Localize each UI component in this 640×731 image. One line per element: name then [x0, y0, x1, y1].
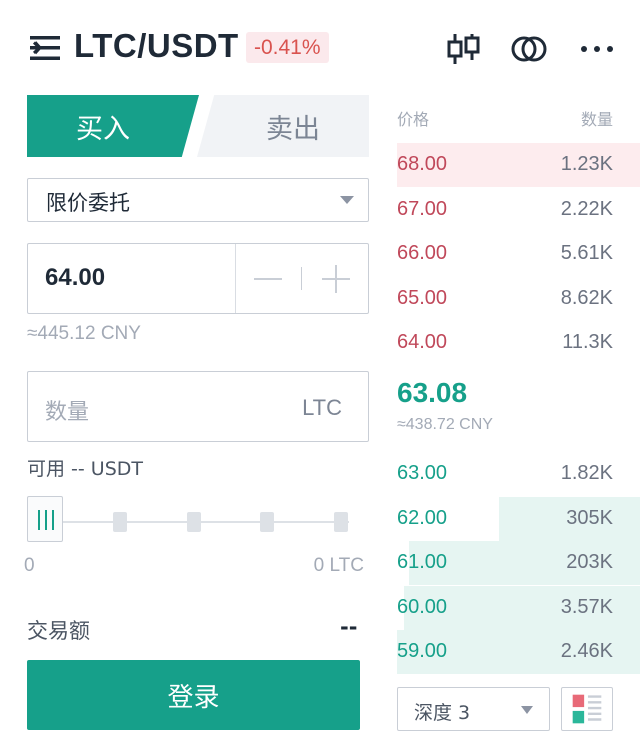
ask-price: 67.00 — [397, 197, 448, 220]
orderbook-header: 价格 数量 — [397, 106, 613, 130]
ask-row[interactable]: 67.00 2.22K — [397, 188, 640, 232]
slider-max-label: 0 LTC — [313, 555, 364, 576]
slider-track — [61, 521, 349, 523]
price-column-header: 价格 — [397, 110, 430, 129]
caret-down-icon — [521, 706, 533, 714]
compare-icon[interactable] — [510, 30, 548, 68]
menu-icon[interactable] — [28, 31, 62, 65]
pair-title[interactable]: LTC/USDT — [74, 27, 239, 65]
plus-icon[interactable] — [318, 261, 354, 297]
bid-quantity: 203K — [566, 551, 613, 573]
slider-step[interactable] — [113, 512, 127, 532]
order-type-label: 限价委托 — [46, 191, 130, 215]
ask-row[interactable]: 68.00 1.23K — [397, 143, 640, 187]
last-price: 63.08 — [397, 377, 468, 408]
depth-select[interactable]: 深度 3 — [397, 687, 550, 731]
more-icon[interactable] — [578, 30, 616, 68]
quantity-placeholder: 数量 — [45, 400, 90, 425]
bid-row[interactable]: 60.00 3.57K — [397, 585, 640, 630]
ask-quantity: 11.3K — [562, 331, 613, 353]
available-balance: 可用 -- USDT — [27, 458, 143, 480]
ask-row[interactable]: 64.00 11.3K — [397, 321, 640, 365]
bid-price: 62.00 — [397, 506, 448, 529]
tab-buy[interactable]: 买入 — [27, 95, 199, 157]
tab-sell[interactable]: 卖出 — [197, 95, 369, 157]
bid-row[interactable]: 63.00 1.82K — [397, 452, 640, 496]
bid-price: 59.00 — [397, 640, 448, 662]
quantity-slider[interactable] — [27, 496, 349, 548]
quantity-field[interactable]: 数量 LTC — [27, 371, 369, 442]
ask-price: 64.00 — [397, 331, 448, 353]
slider-handle[interactable] — [27, 496, 63, 542]
ask-quantity: 1.23K — [560, 153, 613, 175]
change-badge: -0.41% — [246, 32, 329, 63]
slider-step[interactable] — [260, 512, 274, 532]
slider-min-label: 0 — [24, 555, 35, 576]
ask-price: 66.00 — [397, 242, 448, 264]
bid-row[interactable]: 61.00 203K — [397, 541, 640, 585]
ask-price: 65.00 — [397, 286, 448, 309]
candlestick-icon[interactable] — [445, 30, 483, 68]
ask-quantity: 5.61K — [560, 242, 613, 264]
amount-label: 交易额 — [27, 619, 90, 643]
bid-row[interactable]: 59.00 2.46K — [397, 630, 640, 674]
price-field — [27, 243, 369, 314]
ask-quantity: 2.22K — [560, 197, 613, 220]
quantity-column-header: 数量 — [580, 110, 613, 129]
bid-quantity: 3.57K — [560, 595, 613, 618]
order-type-select[interactable]: 限价委托 — [27, 178, 369, 222]
orderbook-layout-icon[interactable] — [561, 687, 613, 731]
quantity-unit: LTC — [302, 395, 342, 420]
bid-price: 60.00 — [397, 595, 448, 618]
stepper-divider — [301, 267, 302, 290]
header: LTC/USDT -0.41% — [0, 0, 640, 94]
slider-step[interactable] — [187, 512, 201, 532]
bid-price: 61.00 — [397, 551, 448, 573]
bid-quantity: 305K — [566, 506, 613, 529]
bid-quantity: 1.82K — [560, 462, 613, 484]
depth-label: 深度 3 — [414, 702, 471, 724]
slider-step[interactable] — [334, 512, 348, 532]
price-cny-estimate: ≈445.12 CNY — [27, 323, 141, 344]
caret-down-icon — [340, 196, 354, 204]
bid-quantity: 2.46K — [560, 640, 613, 662]
ask-quantity: 8.62K — [560, 286, 613, 309]
price-input[interactable] — [45, 264, 225, 292]
bid-price: 63.00 — [397, 462, 448, 484]
ask-price: 68.00 — [397, 153, 448, 175]
last-price-cny: ≈438.72 CNY — [397, 416, 493, 433]
login-button[interactable]: 登录 — [27, 660, 360, 730]
ask-row[interactable]: 65.00 8.62K — [397, 277, 640, 321]
divider — [235, 244, 236, 313]
ask-row[interactable]: 66.00 5.61K — [397, 232, 640, 276]
minus-icon[interactable] — [250, 261, 286, 297]
bid-row[interactable]: 62.00 305K — [397, 496, 640, 541]
amount-value: -- — [340, 615, 358, 639]
